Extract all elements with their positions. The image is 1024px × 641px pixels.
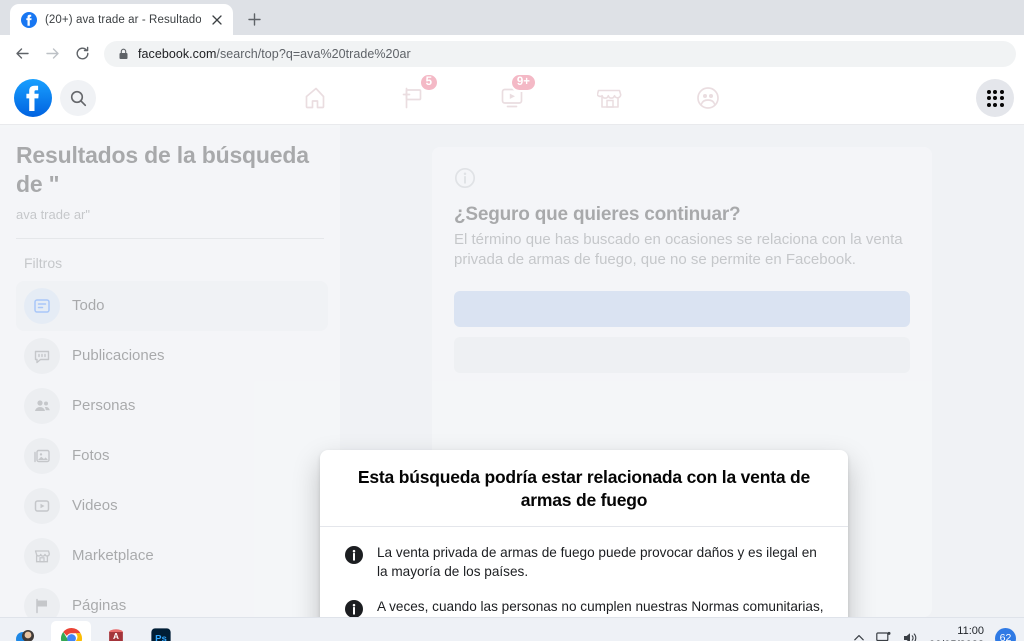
browser-chrome: (20+) ava trade ar - Resultados de	[0, 0, 1024, 72]
background-warning-title: ¿Seguro que quieres continuar?	[454, 204, 741, 225]
videos-icon	[24, 487, 60, 524]
dialog-info-text: La venta privada de armas de fuego puede…	[377, 544, 817, 579]
windows-taskbar: A Ps 11:00 62	[0, 617, 1024, 641]
search-icon[interactable]	[60, 80, 96, 116]
background-primary-button[interactable]	[454, 290, 910, 327]
people-icon	[24, 387, 60, 424]
facebook-header: 5 9+	[0, 72, 1024, 125]
posts-icon	[24, 337, 60, 374]
info-circle-icon	[454, 167, 910, 194]
chevron-up-icon[interactable]	[853, 632, 865, 641]
background-secondary-button[interactable]	[454, 336, 910, 373]
facebook-header-actions	[976, 79, 1014, 117]
info-filled-icon	[344, 545, 364, 570]
sidebar-item-label: Marketplace	[72, 547, 154, 564]
dialog-header: Esta búsqueda podría estar relacionada c…	[320, 450, 848, 527]
photos-icon	[24, 437, 60, 474]
background-warning-text: El término que has buscado en ocasiones …	[454, 231, 903, 269]
nav-groups[interactable]	[686, 78, 730, 118]
sidebar-item-personas[interactable]: Personas	[16, 381, 328, 431]
svg-text:Ps: Ps	[155, 634, 167, 641]
marketplace-icon	[24, 537, 60, 574]
url-text: facebook.com/search/top?q=ava%20trade%20…	[138, 47, 411, 61]
taskbar-chrome-app[interactable]	[51, 620, 91, 641]
sidebar-item-label: Páginas	[72, 597, 127, 614]
page-title: Resultados de la búsqueda de "	[16, 142, 309, 197]
sidebar-item-label: Fotos	[72, 447, 110, 464]
sidebar-item-label: Personas	[72, 397, 136, 414]
pages-icon	[24, 587, 60, 617]
facebook-favicon	[21, 11, 37, 28]
taskbar-access-app[interactable]: A	[96, 621, 136, 641]
volume-icon[interactable]	[903, 631, 918, 641]
forward-arrow-icon	[38, 40, 66, 68]
filters-label: Filtros	[24, 254, 63, 271]
sidebar-item-label: Videos	[72, 497, 118, 514]
close-icon[interactable]	[209, 12, 225, 28]
taskbar-people-app[interactable]	[6, 621, 46, 641]
reload-icon[interactable]	[68, 40, 96, 68]
facebook-logo-icon[interactable]	[14, 79, 52, 117]
search-query-text: ava trade ar"	[16, 206, 90, 222]
sidebar-item-label: Todo	[72, 297, 105, 314]
sidebar-item-marketplace[interactable]: Marketplace	[16, 531, 328, 581]
svg-text:A: A	[113, 632, 119, 641]
nav-home[interactable]	[294, 78, 338, 118]
system-tray: 11:00 06/05/2022 62	[853, 624, 1016, 641]
firearms-warning-dialog: Esta búsqueda podría estar relacionada c…	[320, 450, 848, 617]
sidebar-item-todo[interactable]: Todo	[16, 280, 328, 331]
sidebar-item-videos[interactable]: Videos	[16, 481, 328, 531]
address-bar[interactable]: facebook.com/search/top?q=ava%20trade%20…	[104, 40, 1016, 67]
nav-marketplace[interactable]	[588, 78, 632, 118]
lock-icon	[118, 48, 129, 60]
dialog-body: La venta privada de armas de fuego puede…	[320, 527, 848, 617]
taskbar-photoshop-app[interactable]: Ps	[141, 621, 181, 641]
nav-watch-badge: 9+	[509, 73, 537, 92]
facebook-nav: 5 9+	[294, 73, 730, 118]
dialog-title: Esta búsqueda podría estar relacionada c…	[357, 467, 811, 510]
clock-time: 11:00	[957, 624, 984, 637]
nav-pages-badge: 5	[418, 73, 439, 92]
browser-tab[interactable]: (20+) ava trade ar - Resultados de	[10, 4, 233, 35]
back-arrow-icon[interactable]	[8, 40, 36, 68]
new-tab-button[interactable]	[240, 5, 268, 33]
browser-toolbar: facebook.com/search/top?q=ava%20trade%20…	[0, 35, 1024, 72]
tab-title: (20+) ava trade ar - Resultados de	[45, 13, 201, 26]
nav-watch[interactable]: 9+	[490, 73, 537, 118]
info-filled-icon	[344, 599, 364, 617]
grid-menu-icon[interactable]	[976, 79, 1014, 117]
taskbar-apps: A Ps	[6, 620, 181, 641]
notification-badge[interactable]: 62	[995, 627, 1016, 641]
url-path: /search/top?q=ava%20trade%20ar	[216, 46, 411, 61]
sidebar-item-paginas[interactable]: Páginas	[16, 581, 328, 617]
tab-strip: (20+) ava trade ar - Resultados de	[0, 0, 1024, 35]
search-sidebar: Resultados de la búsqueda de " ava trade…	[0, 125, 340, 617]
dialog-info-text: A veces, cuando las personas no cumplen …	[377, 599, 824, 615]
sidebar-divider	[16, 237, 324, 239]
network-icon[interactable]	[876, 631, 892, 641]
sidebar-item-publicaciones[interactable]: Publicaciones	[16, 331, 328, 381]
taskbar-clock[interactable]: 11:00 06/05/2022	[929, 624, 984, 641]
sidebar-item-label: Publicaciones	[72, 347, 165, 364]
dialog-info-row: La venta privada de armas de fuego puede…	[344, 543, 824, 582]
facebook-page: 5 9+ Resultados de la búsqueda de " ava …	[0, 72, 1024, 617]
sidebar-item-fotos[interactable]: Fotos	[16, 431, 328, 481]
nav-pages[interactable]: 5	[392, 73, 439, 118]
all-results-icon	[24, 287, 60, 324]
dialog-info-row: A veces, cuando las personas no cumplen …	[344, 597, 824, 617]
url-domain: facebook.com	[138, 46, 217, 61]
